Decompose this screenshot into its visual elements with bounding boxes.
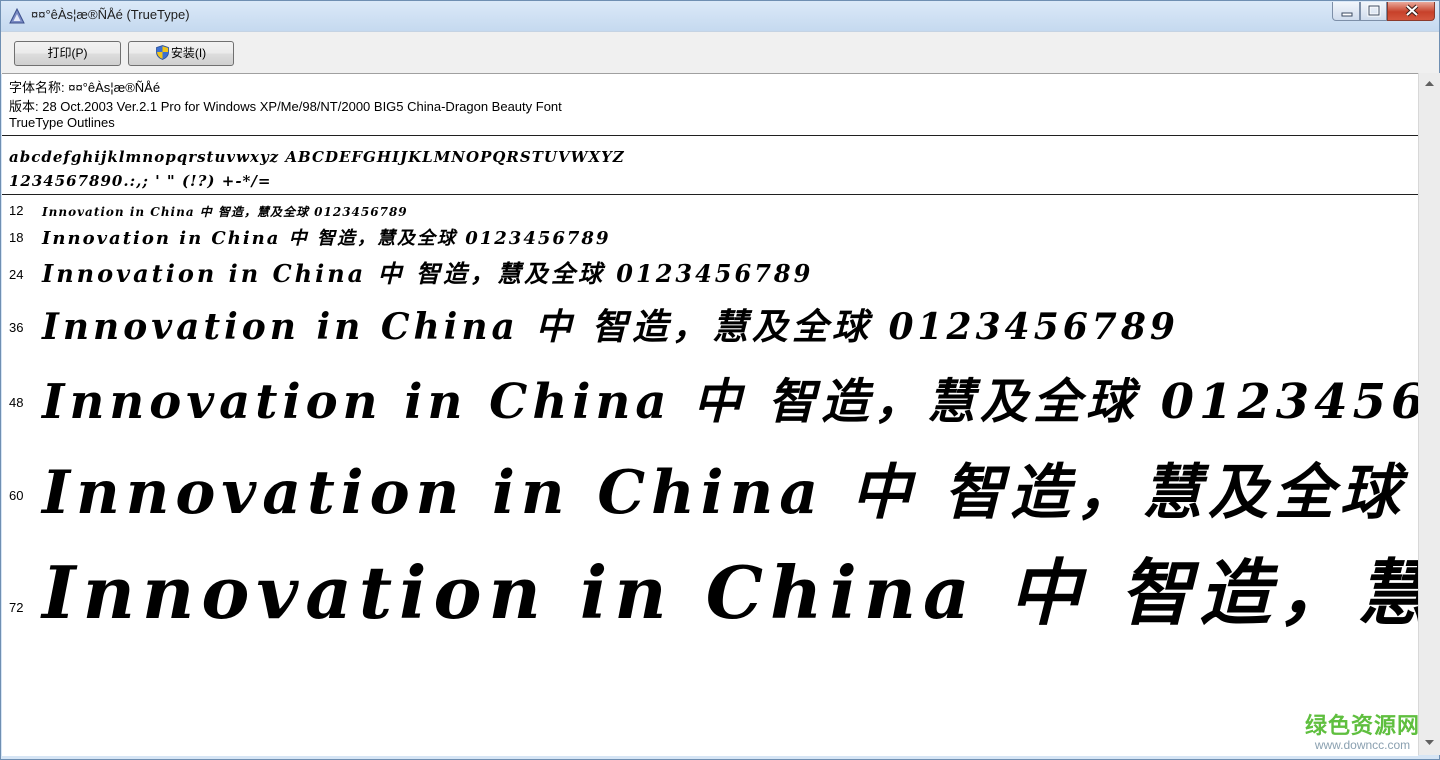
uac-shield-icon [155,45,169,60]
sample-text-72: Innovation in China 中 智造，慧 [42,550,1418,635]
sample-text-48: Innovation in China 中 智造，慧及全球 0123456 [42,374,1418,430]
size-label-24: 24 [9,267,24,282]
size-label-48: 48 [9,395,24,410]
divider [2,135,1418,136]
charset-alphabet: abcdefghijklmnopqrstuvwxyz ABCDEFGHIJKLM… [9,148,625,166]
size-label-18: 18 [9,230,24,245]
sample-text-24: Innovation in China 中 智造，慧及全球 0123456789 [42,259,814,288]
install-button-label: 安装(I) [170,46,207,60]
font-type-line: TrueType Outlines [9,115,115,130]
watermark-url: www.downcc.com [1314,738,1411,752]
window-title: ¤¤°êÀs¦æ®ÑÅé (TrueType) [31,7,190,22]
minimize-icon [1341,12,1353,17]
sample-text-36: Innovation in China 中 智造，慧及全球 0123456789 [42,306,1179,348]
vertical-scrollbar[interactable] [1418,73,1440,755]
font-name-line: 字体名称: ¤¤°êÀs¦æ®ÑÅé [9,80,161,95]
size-label-72: 72 [9,600,24,615]
minimize-button[interactable] [1332,2,1360,21]
watermark-text: 绿色资源网 [1305,714,1421,739]
scroll-up-icon[interactable] [1419,75,1440,93]
divider [2,194,1418,195]
font-app-icon [9,8,25,24]
close-icon [1405,4,1419,17]
toolbar: 打印(P) 安装(I) [1,31,1439,74]
size-label-60: 60 [9,488,24,503]
sample-text-12: Innovation in China 中 智造，慧及全球 0123456789 [42,205,408,219]
maximize-button[interactable] [1360,2,1387,21]
sample-text-60: Innovation in China 中 智造，慧及全球 [42,458,1406,528]
site-watermark: 绿色资源网 www.downcc.com [1305,708,1420,752]
print-button[interactable]: 打印(P) [14,41,121,66]
install-button[interactable]: 安装(I) [128,41,234,66]
title-bar[interactable]: ¤¤°êÀs¦æ®ÑÅé (TrueType) [1,1,1439,31]
sample-text-18: Innovation in China 中 智造，慧及全球 0123456789 [42,228,611,249]
scroll-down-icon[interactable] [1419,733,1440,751]
close-button[interactable] [1387,2,1435,21]
charset-digits: 1234567890.:,; ' " (!?) +-*/= [9,172,272,190]
font-preview-pane: 字体名称: ¤¤°êÀs¦æ®ÑÅé 版本: 28 Oct.2003 Ver.2… [2,73,1418,756]
size-label-12: 12 [9,203,24,218]
maximize-icon [1367,4,1381,17]
size-label-36: 36 [9,320,24,335]
font-version-line: 版本: 28 Oct.2003 Ver.2.1 Pro for Windows … [9,99,562,114]
font-viewer-window: ¤¤°êÀs¦æ®ÑÅé (TrueType) 打印(P) 安装(I) 字体名称… [0,0,1440,760]
